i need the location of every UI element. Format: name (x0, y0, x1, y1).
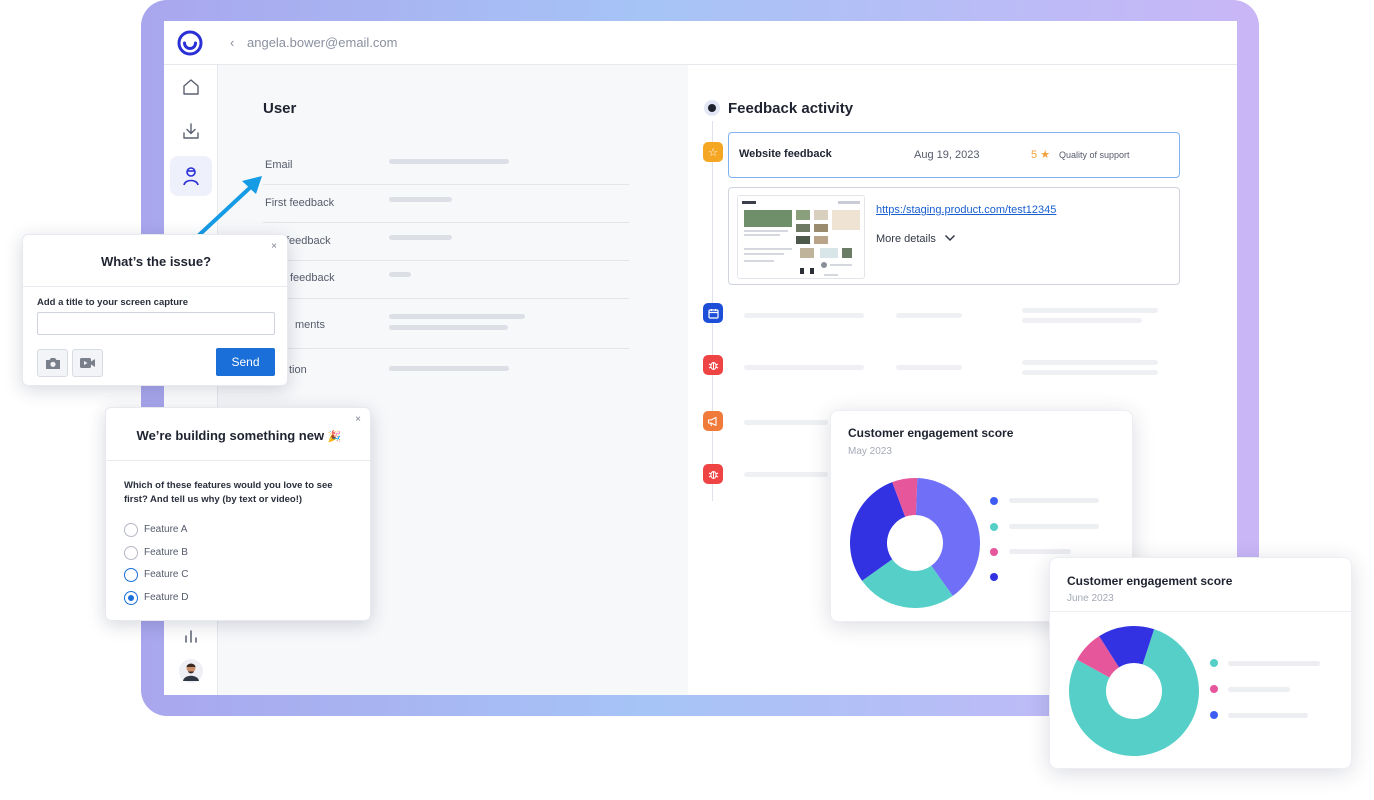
logo-icon[interactable] (176, 29, 204, 57)
placeholder-bar (389, 197, 452, 202)
legend-label-placeholder (1009, 524, 1099, 529)
field-label: First feedback (265, 197, 335, 209)
chevron-down-icon (944, 234, 956, 242)
legend-label-placeholder (1009, 498, 1099, 503)
user-title: User (263, 100, 297, 117)
star-icon: ★ (1040, 149, 1051, 161)
legend-label-placeholder (1228, 713, 1308, 718)
legend-dot (1210, 711, 1218, 719)
field-row-location: tion (263, 349, 629, 387)
survey-popup: × We’re building something new 🎉 Which o… (105, 407, 372, 621)
close-icon[interactable]: × (271, 241, 277, 252)
video-icon (80, 358, 95, 368)
breadcrumb-email: angela.bower@email.com (247, 35, 398, 50)
legend-label-placeholder (1228, 687, 1290, 692)
option-label: Feature D (144, 592, 189, 603)
arrow-icon (196, 176, 262, 238)
bug-icon (703, 464, 723, 484)
placeholder-bar (389, 314, 525, 319)
chevron-left-icon[interactable]: ‹ (230, 35, 234, 50)
camera-icon (45, 357, 60, 369)
legend-dot (990, 497, 998, 505)
chart-title: Customer engagement score (848, 426, 1014, 440)
survey-title-text: We’re building something new (136, 428, 325, 443)
legend-dot (1210, 659, 1218, 667)
field-label: Add a title to your screen capture (37, 297, 188, 308)
home-icon (183, 79, 199, 95)
bug-icon (703, 355, 723, 375)
placeholder-bar (389, 235, 452, 240)
more-details-label: More details (876, 233, 936, 245)
chart-subtitle: May 2023 (848, 446, 892, 457)
divider (23, 286, 289, 287)
chart-subtitle: June 2023 (1067, 593, 1114, 604)
close-icon[interactable]: × (355, 414, 361, 425)
screenshot-thumbnail[interactable] (737, 195, 865, 279)
bar-chart-icon (185, 630, 197, 643)
divider (106, 460, 372, 461)
field-row-last-feedback: feedback (263, 223, 629, 261)
sidebar-item-download[interactable] (170, 111, 212, 151)
legend-dot (990, 573, 998, 581)
divider (1050, 611, 1353, 612)
legend-label-placeholder (1228, 661, 1320, 666)
placeholder-bar (389, 159, 509, 164)
field-row-comments: ments (263, 299, 629, 349)
legend-dot (990, 548, 998, 556)
feedback-detail-card: https:/staging.product.com/test12345 Mor… (728, 187, 1180, 285)
option-label: Feature B (144, 547, 188, 558)
camera-button[interactable] (37, 349, 68, 377)
field-row-email: Email (263, 147, 629, 185)
issue-popup: × What’s the issue? Add a title to your … (22, 234, 289, 386)
field-label: feedback (290, 272, 335, 284)
section-dot-icon (704, 100, 720, 116)
legend-dot (990, 523, 998, 531)
field-label: ments (295, 319, 325, 331)
field-label: tion (289, 364, 307, 376)
party-popper-icon: 🎉 (327, 431, 342, 443)
sidebar-item-home[interactable] (170, 67, 212, 107)
engagement-chart-card-june: Customer engagement score June 2023 (1049, 557, 1353, 769)
feedback-title: Website feedback (739, 148, 832, 160)
donut-chart (850, 478, 980, 608)
radio-feature-c[interactable] (124, 568, 138, 582)
placeholder-bar (389, 325, 508, 330)
option-label: Feature C (144, 569, 189, 580)
popup-title: What’s the issue? (100, 254, 212, 269)
video-button[interactable] (72, 349, 103, 377)
activity-title: Feedback activity (728, 100, 854, 117)
send-button[interactable]: Send (216, 348, 275, 376)
star-icon: ☆ (703, 142, 723, 162)
calendar-icon (703, 303, 723, 323)
option-label: Feature A (144, 524, 188, 535)
radio-feature-b[interactable] (124, 546, 138, 560)
placeholder-bar (389, 272, 411, 277)
avatar (179, 659, 203, 683)
field-row-total-feedback: feedback (263, 261, 629, 299)
sidebar-item-profile[interactable] (170, 651, 212, 691)
feedback-date: Aug 19, 2023 (914, 149, 980, 161)
rating-badge: 5 ★ (1031, 148, 1050, 161)
download-icon (183, 123, 199, 139)
top-bar: ‹ angela.bower@email.com (164, 21, 1237, 65)
feedback-link[interactable]: https:/staging.product.com/test12345 (876, 204, 1056, 216)
legend-dot (1210, 685, 1218, 693)
legend-label-placeholder (1009, 549, 1071, 554)
sidebar-item-analytics[interactable] (170, 616, 212, 656)
placeholder-bar (389, 366, 509, 371)
feedback-category: Quality of support (1059, 150, 1130, 160)
capture-title-input[interactable] (37, 312, 275, 335)
radio-feature-a[interactable] (124, 523, 138, 537)
radio-feature-d[interactable] (124, 591, 138, 605)
chart-title: Customer engagement score (1067, 574, 1233, 588)
survey-title: We’re building something new 🎉 (106, 428, 372, 443)
field-row-first-feedback: First feedback (263, 185, 629, 223)
survey-question: Which of these features would you love t… (124, 480, 333, 505)
donut-chart (1069, 626, 1199, 756)
more-details-button[interactable]: More details (876, 233, 956, 245)
rating-value: 5 (1031, 149, 1038, 161)
megaphone-icon (703, 411, 723, 431)
field-label: feedback (286, 235, 331, 247)
feedback-card[interactable]: Website feedback Aug 19, 2023 5 ★ Qualit… (728, 132, 1180, 178)
